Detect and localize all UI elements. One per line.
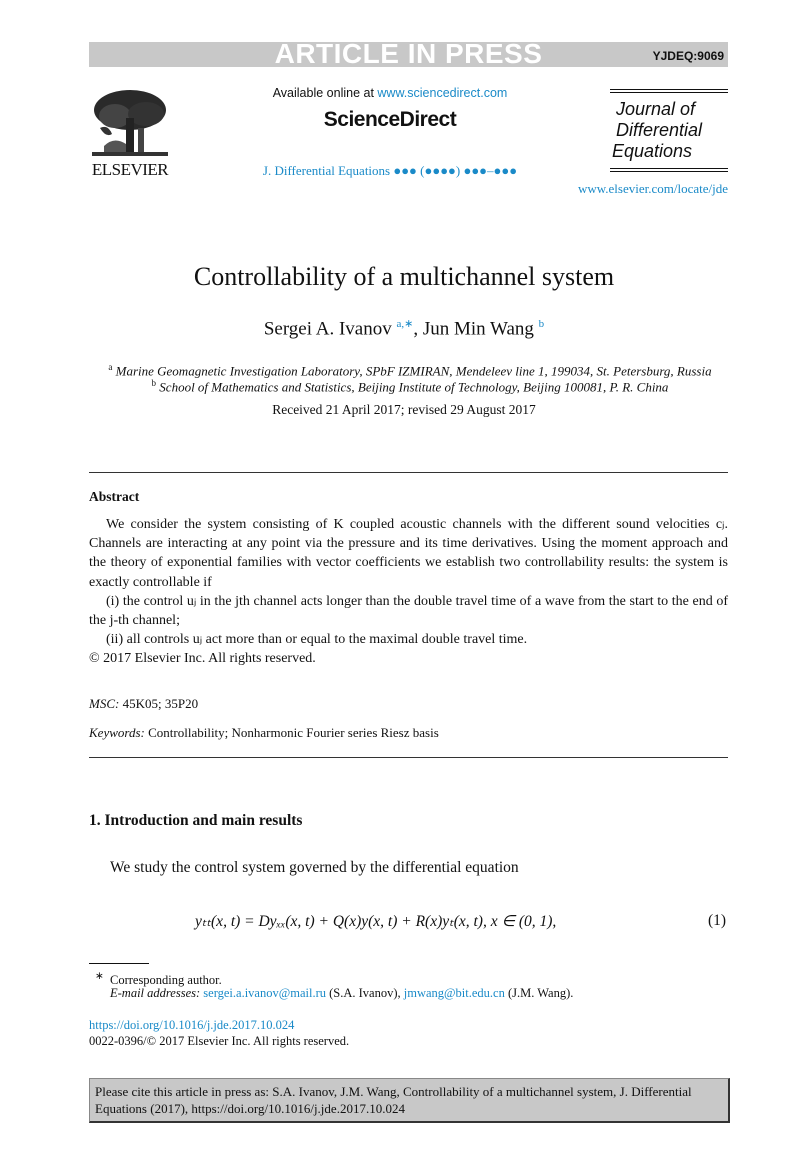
- affiliation: b School of Mathematics and Statistics, …: [80, 378, 740, 395]
- journal-homepage-link[interactable]: www.elsevier.com/locate/jde: [560, 181, 728, 197]
- divider: [610, 168, 728, 169]
- author-name[interactable]: Jun Min Wang: [423, 318, 534, 339]
- divider: [89, 757, 728, 758]
- affiliation-text: Marine Geomagnetic Investigation Laborat…: [115, 363, 712, 379]
- abstract-item: (i) the control uⱼ in the jth channel ac…: [89, 593, 728, 629]
- article-in-press-banner: ARTICLE IN PRESS YJDEQ:9069: [89, 38, 728, 69]
- banner-title: ARTICLE IN PRESS: [274, 38, 543, 69]
- journal-logo: Journal of Differential Equations: [610, 89, 728, 174]
- author-list: Sergei A. Ivanov a,∗, Jun Min Wang b: [263, 318, 545, 340]
- intro-sentence: We study the control system governed by …: [110, 859, 519, 876]
- abstract-paragraph: We consider the system consisting of K c…: [89, 517, 728, 590]
- affiliation-mark: a: [108, 362, 113, 372]
- equation: yₜₜ(x, t) = Dyₓₓ(x, t) + Q(x)y(x, t) + R…: [195, 913, 557, 930]
- keywords: Keywords: Controllability; Nonharmonic F…: [89, 725, 439, 741]
- journal-title-line: Journal of: [616, 99, 696, 119]
- available-online: Available online at www.sciencedirect.co…: [200, 86, 580, 100]
- abstract-heading: Abstract: [89, 489, 140, 504]
- author-marks[interactable]: a,∗: [396, 318, 413, 330]
- issn-line: 0022-0396/© 2017 Elsevier Inc. All right…: [89, 1034, 350, 1048]
- journal-title: Journal of Differential Equations: [612, 99, 703, 162]
- msc-label: MSC:: [89, 696, 120, 711]
- copyright: © 2017 Elsevier Inc. All rights reserved…: [89, 651, 316, 667]
- citation-box: Please cite this article in press as: S.…: [89, 1078, 730, 1123]
- journal-title-line: Equations: [612, 141, 693, 161]
- abstract-body: We consider the system consisting of K c…: [89, 515, 728, 669]
- affiliation-text: School of Mathematics and Statistics, Be…: [159, 379, 669, 395]
- manuscript-code: YJDEQ:9069: [652, 49, 724, 63]
- keywords-value: Controllability; Nonharmonic Fourier ser…: [144, 725, 439, 740]
- footnote-star: ∗: [95, 971, 104, 982]
- elsevier-tree-icon: [92, 90, 168, 156]
- footnote-rule: [89, 963, 149, 964]
- sciencedirect-link[interactable]: www.sciencedirect.com: [377, 86, 507, 100]
- email-link[interactable]: jmwang@bit.edu.cn: [404, 986, 505, 1000]
- affiliation-mark: b: [151, 378, 157, 388]
- divider: [89, 472, 728, 473]
- article-title: Controllability of a multichannel system: [193, 262, 615, 291]
- publisher-name: ELSEVIER: [91, 160, 169, 179]
- divider: [610, 92, 728, 93]
- msc-value: 45K05; 35P20: [119, 696, 199, 711]
- elsevier-logo: ELSEVIER: [90, 88, 170, 179]
- abstract-item: (ii) all controls uⱼ act more than or eq…: [106, 632, 528, 648]
- msc-codes: MSC: 45K05; 35P20: [89, 696, 198, 712]
- divider: [610, 171, 728, 172]
- affiliation: a Marine Geomagnetic Investigation Labor…: [80, 362, 740, 379]
- available-prefix: Available online at: [272, 86, 378, 100]
- divider: [610, 89, 728, 90]
- email-link[interactable]: sergei.a.ivanov@mail.ru: [203, 986, 326, 1000]
- journal-title-line: Differential: [616, 120, 703, 140]
- email-label: E-mail addresses:: [110, 986, 201, 1000]
- email-owner: (S.A. Ivanov),: [326, 986, 404, 1000]
- equation-number: (1): [708, 912, 727, 929]
- email-owner: (J.M. Wang).: [504, 986, 574, 1000]
- section-heading: 1. Introduction and main results: [89, 812, 303, 829]
- sciencedirect-logo: ScienceDirect: [323, 108, 457, 131]
- keywords-label: Keywords:: [89, 725, 145, 740]
- journal-reference: J. Differential Equations ●●● (●●●●) ●●●…: [262, 163, 518, 178]
- author-marks[interactable]: b: [539, 318, 545, 330]
- author-name[interactable]: Sergei A. Ivanov: [264, 318, 392, 339]
- footnote-emails: E-mail addresses: sergei.a.ivanov@mail.r…: [110, 986, 573, 1001]
- doi-link[interactable]: https://doi.org/10.1016/j.jde.2017.10.02…: [89, 1018, 294, 1033]
- received-dates: Received 21 April 2017; revised 29 Augus…: [272, 402, 536, 417]
